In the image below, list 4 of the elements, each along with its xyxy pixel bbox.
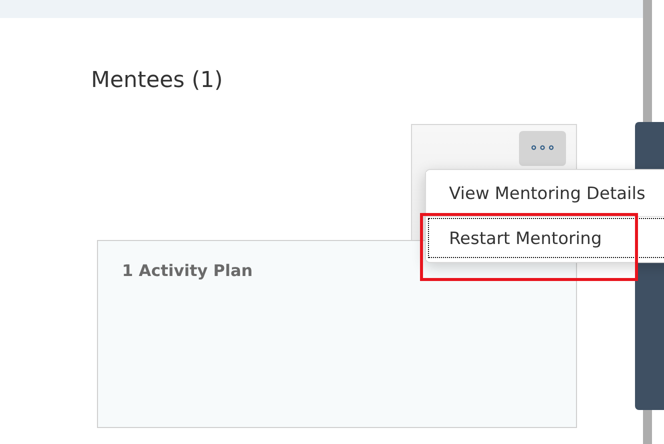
menu-item[interactable]: Restart Mentoring — [426, 216, 664, 260]
section-title: Mentees (1) — [91, 67, 224, 95]
card-title: 1 Activity Plan — [122, 261, 254, 280]
more-button[interactable]: ∘∘∘ — [519, 131, 566, 166]
